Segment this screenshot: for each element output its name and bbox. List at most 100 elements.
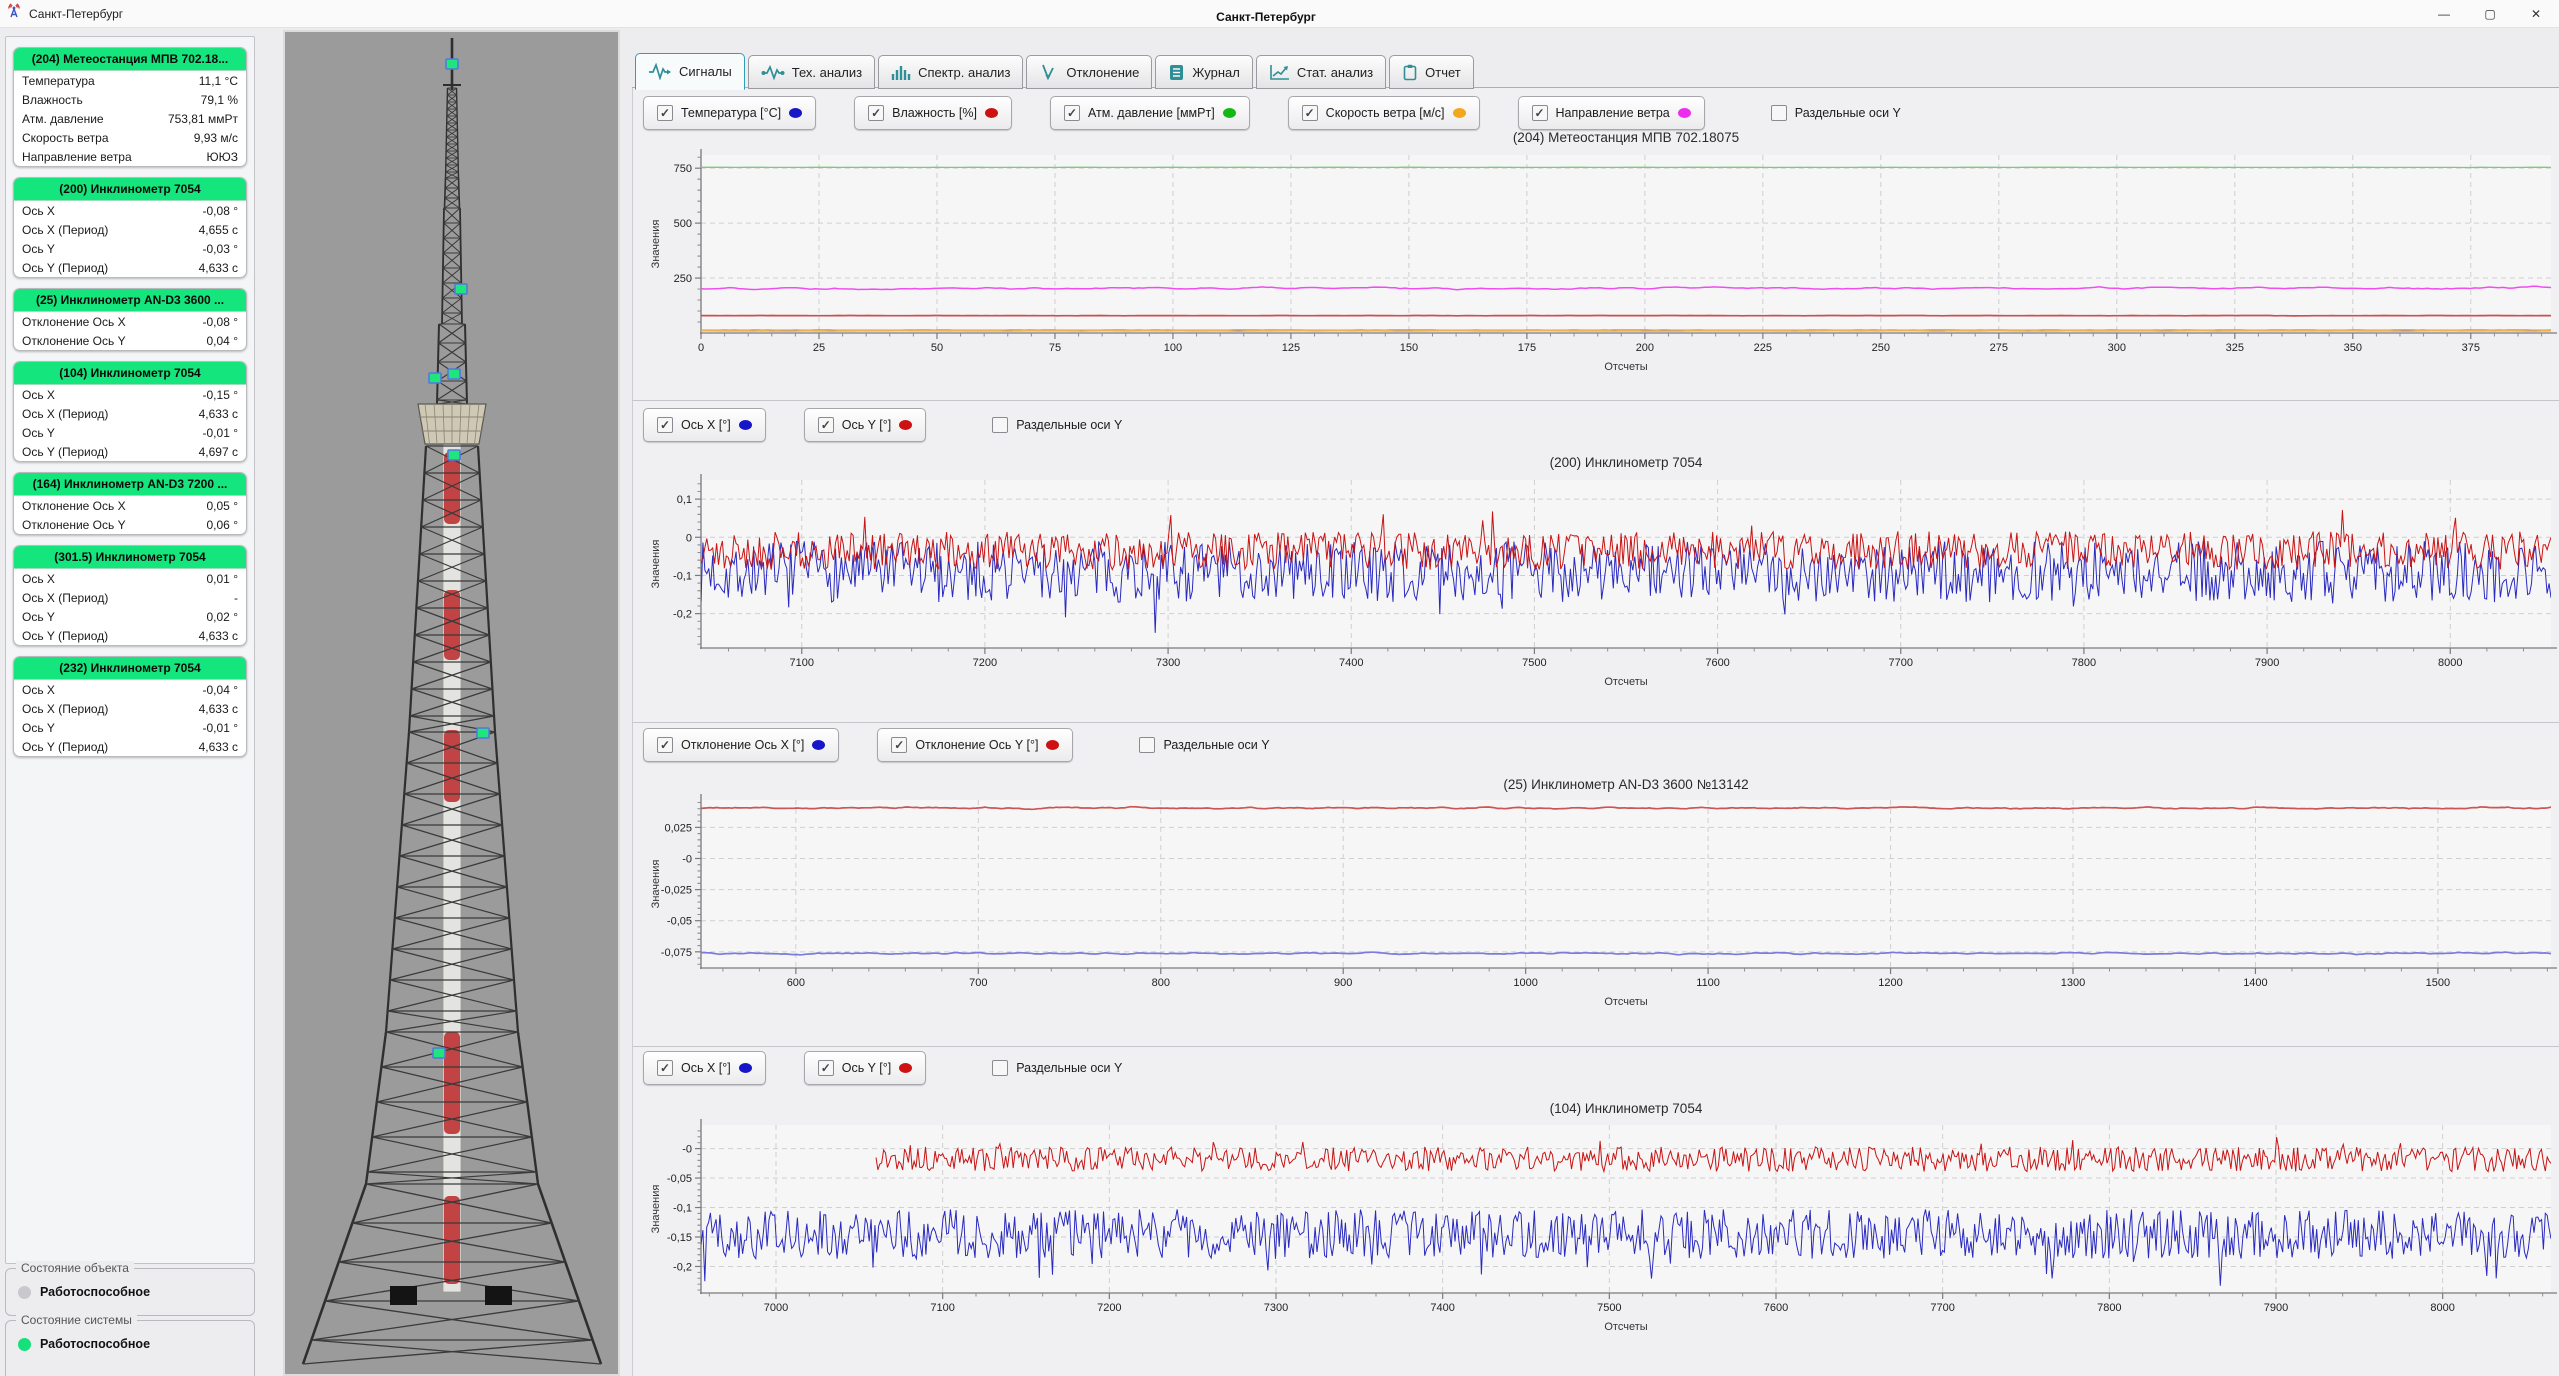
parameter-label: Ось Y (Период) — [22, 740, 108, 754]
sensor-card[interactable]: (104) Инклинометр 7054Ось X-0,15 °Ось X … — [13, 361, 247, 462]
tab-тех-анализ[interactable]: Тех. анализ — [748, 55, 875, 89]
x-tick-label: 7800 — [2097, 1302, 2121, 1314]
separate-y-axes-label: Раздельные оси Y — [1795, 106, 1901, 120]
x-tick-label: 7300 — [1156, 657, 1180, 669]
chart-3[interactable]: 6007008009001000110012001300140015000,02… — [633, 762, 2559, 1046]
sensor-card[interactable]: (25) Инклинометр AN-D3 3600 ...Отклонени… — [13, 288, 247, 351]
series-toggle-chip[interactable]: ✓Температура [°C] — [643, 96, 816, 130]
y-tick-label: -0 — [682, 1144, 692, 1156]
series-toggle-chip[interactable]: ✓Отклонение Ось X [°] — [643, 728, 839, 762]
parameter-label: Отклонение Ось X — [22, 499, 126, 513]
series-checkbox[interactable]: ✓ — [1532, 105, 1548, 121]
x-tick-label: 7200 — [1097, 1302, 1121, 1314]
application-window: Санкт-Петербург — ▢ ✕ (204) Метеостанция… — [0, 0, 2559, 1376]
x-tick-label: 7600 — [1764, 1302, 1788, 1314]
deviation-icon — [1039, 64, 1059, 81]
tab-сигналы[interactable]: Сигналы — [635, 53, 745, 90]
series-toggle-chip[interactable]: ✓Ось X [°] — [643, 1051, 766, 1085]
sensor-card-title: (301.5) Инклинометр 7054 — [14, 546, 246, 569]
sensor-card-row: Ось Y-0,03 ° — [14, 239, 246, 258]
tab-отклонение[interactable]: Отклонение — [1026, 55, 1152, 89]
separate-y-axes-checkbox[interactable] — [1139, 737, 1155, 753]
parameter-label: Направление ветра — [22, 150, 132, 164]
series-toggle-chip[interactable]: ✓ Отклонение Ось Y [°] — [877, 728, 1073, 762]
sensor-card[interactable]: (200) Инклинометр 7054Ось X-0,08 °Ось X … — [13, 177, 247, 278]
series-checkbox[interactable]: ✓ — [657, 417, 673, 433]
separate-y-axes-option[interactable]: Раздельные оси Y — [992, 1060, 1122, 1076]
x-tick-label: 175 — [1518, 342, 1536, 354]
series-toggle-chip[interactable]: ✓Направление ветра — [1518, 96, 1705, 130]
sensor-marker[interactable] — [448, 369, 460, 379]
sensor-marker[interactable] — [433, 1048, 445, 1058]
series-checkbox[interactable]: ✓ — [868, 105, 884, 121]
parameter-value: 4,633 с — [199, 702, 238, 716]
parameter-value: 4,633 с — [199, 629, 238, 643]
series-toggle-chip[interactable]: ✓Влажность [%] — [854, 96, 1012, 130]
sensor-card[interactable]: (232) Инклинометр 7054Ось X-0,04 °Ось X … — [13, 656, 247, 757]
sensor-marker[interactable] — [448, 450, 460, 460]
minimize-button[interactable]: — — [2421, 0, 2467, 27]
x-tick-label: 50 — [931, 342, 943, 354]
y-tick-label: -0,2 — [673, 1261, 692, 1273]
maximize-button[interactable]: ▢ — [2467, 0, 2513, 27]
tab-label: Стат. анализ — [1297, 65, 1373, 80]
sensor-marker[interactable] — [446, 59, 458, 69]
separate-y-axes-checkbox[interactable] — [992, 1060, 1008, 1076]
series-color-dot — [739, 1063, 752, 1073]
parameter-label: Ось Y (Период) — [22, 445, 108, 459]
series-checkbox[interactable]: ✓ — [1064, 105, 1080, 121]
separate-y-axes-checkbox[interactable] — [992, 417, 1008, 433]
separate-y-axes-option[interactable]: Раздельные оси Y — [992, 417, 1122, 433]
series-toggle-chip[interactable]: ✓Ось Y [°] — [804, 408, 927, 442]
tab-спектр-анализ[interactable]: Спектр. анализ — [878, 55, 1023, 89]
series-toggle-chip[interactable]: ✓Скорость ветра [м/с] — [1288, 96, 1480, 130]
series-toggle-chip[interactable]: ✓Ось X [°] — [643, 408, 766, 442]
series-checkbox[interactable]: ✓ — [1302, 105, 1318, 121]
panel-divider — [633, 400, 2559, 401]
x-tick-label: 7900 — [2255, 657, 2279, 669]
sensor-marker[interactable] — [477, 728, 489, 738]
chart-4[interactable]: 7000710072007300740075007600770078007900… — [633, 1086, 2559, 1376]
series-label: Отклонение Ось Y [°] — [915, 738, 1038, 752]
y-tick-label: -0,1 — [673, 570, 692, 582]
y-tick-label: 0,1 — [677, 494, 692, 506]
legend-checkbox-row: ✓Отклонение Ось X [°]✓Отклонение Ось Y [… — [643, 728, 1270, 762]
parameter-label: Ось X (Период) — [22, 591, 108, 605]
series-toggle-chip[interactable]: ✓Атм. давление [ммРт] — [1050, 96, 1250, 130]
sensor-marker[interactable] — [429, 373, 441, 383]
parameter-value: -0,08 ° — [203, 315, 238, 329]
x-tick-label: 7100 — [790, 657, 814, 669]
x-tick-label: 7500 — [1597, 1302, 1621, 1314]
x-tick-label: 900 — [1334, 977, 1352, 989]
tab-отчет[interactable]: Отчет — [1389, 55, 1474, 89]
series-checkbox[interactable]: ✓ — [818, 417, 834, 433]
separate-y-axes-checkbox[interactable] — [1771, 105, 1787, 121]
signals-waveform-icon — [648, 63, 672, 80]
series-checkbox[interactable]: ✓ — [657, 737, 673, 753]
sensor-card[interactable]: (301.5) Инклинометр 7054Ось X0,01 °Ось X… — [13, 545, 247, 646]
sensor-card[interactable]: (204) Метеостанция МПВ 702.18...Температ… — [13, 47, 247, 167]
close-button[interactable]: ✕ — [2513, 0, 2559, 27]
journal-icon — [1168, 64, 1185, 81]
y-axis-label: Значения — [650, 860, 662, 909]
tab-стат-анализ[interactable]: Стат. анализ — [1256, 55, 1386, 89]
sensor-card-title: (232) Инклинометр 7054 — [14, 657, 246, 680]
sensor-marker[interactable] — [455, 284, 467, 294]
x-tick-label: 7700 — [1930, 1302, 1954, 1314]
series-checkbox[interactable]: ✓ — [657, 105, 673, 121]
sensor-card-title: (104) Инклинометр 7054 — [14, 362, 246, 385]
tab-журнал[interactable]: Журнал — [1155, 55, 1252, 89]
separate-y-axes-option[interactable]: Раздельные оси Y — [1139, 737, 1269, 753]
chart-2[interactable]: 7100720073007400750076007700780079008000… — [633, 440, 2559, 722]
separate-y-axes-option[interactable]: Раздельные оси Y — [1771, 105, 1901, 121]
series-checkbox[interactable]: ✓ — [891, 737, 907, 753]
sensor-card[interactable]: (164) Инклинометр AN-D3 7200 ...Отклонен… — [13, 472, 247, 535]
series-checkbox[interactable]: ✓ — [657, 1060, 673, 1076]
series-toggle-chip[interactable]: ✓Ось Y [°] — [804, 1051, 927, 1085]
sensor-card-row: Ось Y-0,01 ° — [14, 718, 246, 737]
legend-checkbox-row: ✓Ось X [°] ✓Ось Y [°] Раздельные оси Y — [643, 1051, 1122, 1085]
parameter-label: Атм. давление — [22, 112, 104, 126]
series-checkbox[interactable]: ✓ — [818, 1060, 834, 1076]
x-tick-label: 300 — [2108, 342, 2126, 354]
chart-1[interactable]: 0255075100125150175200225250275300325350… — [633, 128, 2559, 400]
